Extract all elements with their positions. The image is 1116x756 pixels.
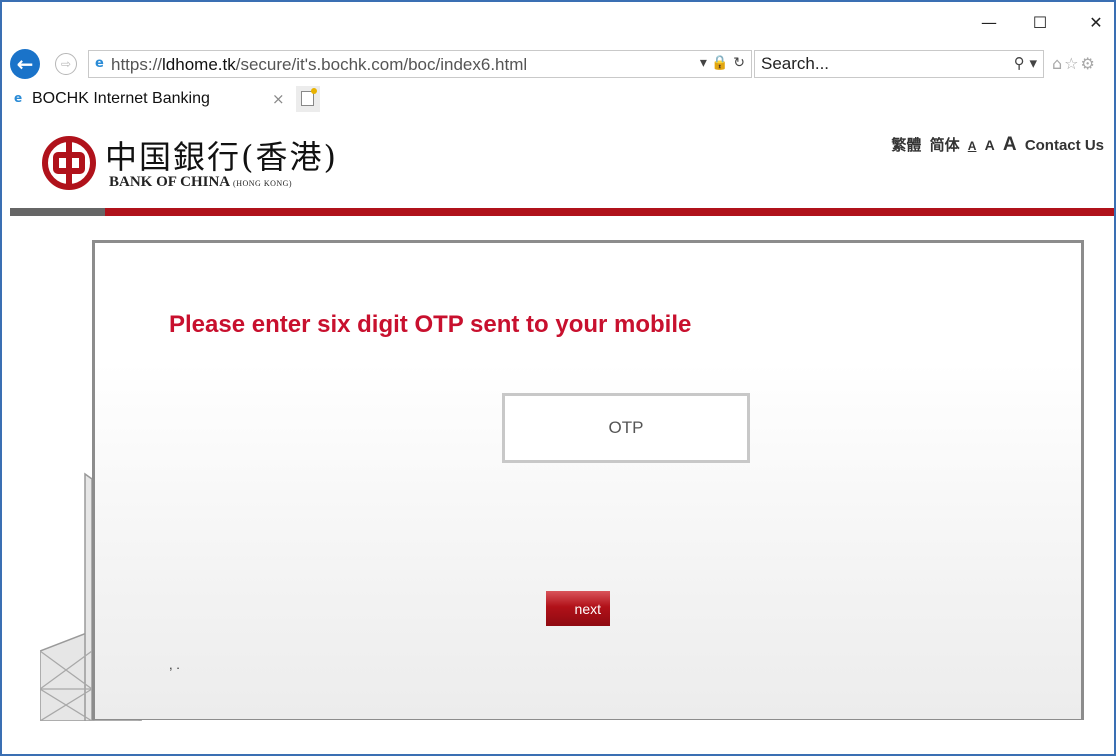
url-host: ldhome.tk bbox=[162, 55, 236, 74]
minimize-button[interactable]: — bbox=[977, 12, 1001, 34]
new-tab-icon bbox=[301, 88, 317, 106]
tab-close-icon[interactable]: × bbox=[272, 90, 285, 108]
navigation-bar: ← ⇨ e https://ldhome.tk/secure/it's.boch… bbox=[2, 46, 1114, 82]
maximize-button[interactable]: ☐ bbox=[1028, 12, 1052, 34]
web-page: 中国銀行(香港) BANK OF CHINA (HONG KONG) 繁體 简体… bbox=[10, 114, 1114, 754]
top-links: 繁體 简体 A A A Contact Us bbox=[887, 134, 1104, 156]
boc-logo-icon bbox=[42, 136, 96, 190]
lang-simplified-link[interactable]: 简体 bbox=[930, 137, 960, 154]
address-controls[interactable]: ▾ 🔒 ↻ bbox=[700, 55, 745, 71]
tab-bochk[interactable]: e BOCHK Internet Banking × bbox=[8, 84, 294, 114]
logo-chinese-text: 中国銀行(香港) bbox=[105, 138, 338, 176]
address-bar[interactable]: e https://ldhome.tk/secure/it's.bochk.co… bbox=[88, 50, 752, 78]
lang-traditional-link[interactable]: 繁體 bbox=[891, 137, 921, 154]
next-button[interactable]: next bbox=[546, 591, 610, 626]
url-path: /secure/it's.bochk.com/boc/index6.html bbox=[235, 55, 528, 74]
header-divider-grey bbox=[10, 208, 105, 216]
logo-english-text: BANK OF CHINA (HONG KONG) bbox=[109, 174, 292, 191]
logo-english-main: BANK OF CHINA bbox=[109, 174, 230, 190]
url-text[interactable]: https://ldhome.tk/secure/it's.bochk.com/… bbox=[111, 55, 527, 75]
forward-arrow-icon[interactable]: ⇨ bbox=[55, 53, 77, 75]
search-box[interactable]: ⚲ ▾ bbox=[754, 50, 1044, 78]
otp-field-box[interactable] bbox=[502, 393, 750, 463]
font-size-large-link[interactable]: A bbox=[1003, 134, 1017, 155]
title-bar: — ☐ ✕ bbox=[2, 2, 1114, 42]
browser-window: — ☐ ✕ ← ⇨ e https://ldhome.tk/secure/it'… bbox=[0, 0, 1116, 756]
tab-strip: e BOCHK Internet Banking × bbox=[2, 84, 1114, 114]
font-size-small-link[interactable]: A bbox=[968, 139, 977, 153]
otp-input[interactable] bbox=[505, 396, 747, 460]
logo-english-sub: (HONG KONG) bbox=[233, 179, 293, 188]
close-window-button[interactable]: ✕ bbox=[1084, 12, 1108, 34]
back-arrow-icon[interactable]: ← bbox=[10, 49, 40, 79]
header-divider-red bbox=[105, 208, 1114, 216]
otp-panel: Please enter six digit OTP sent to your … bbox=[92, 240, 1084, 720]
new-tab-button[interactable] bbox=[296, 86, 320, 112]
footnote-text: , . bbox=[169, 657, 180, 672]
otp-heading: Please enter six digit OTP sent to your … bbox=[169, 311, 692, 338]
ie-tab-icon: e bbox=[14, 91, 23, 105]
ie-page-icon: e bbox=[95, 56, 104, 71]
site-header: 中国銀行(香港) BANK OF CHINA (HONG KONG) 繁體 简体… bbox=[10, 114, 1114, 216]
search-input[interactable] bbox=[761, 53, 971, 75]
tab-title: BOCHK Internet Banking bbox=[32, 90, 210, 107]
url-prefix: https:// bbox=[111, 55, 163, 74]
font-size-medium-link[interactable]: A bbox=[985, 137, 995, 153]
contact-us-link[interactable]: Contact Us bbox=[1025, 137, 1104, 154]
home-favorites-settings-icons[interactable]: ⌂☆⚙ bbox=[1052, 54, 1097, 73]
search-icon[interactable]: ⚲ ▾ bbox=[1014, 54, 1037, 72]
